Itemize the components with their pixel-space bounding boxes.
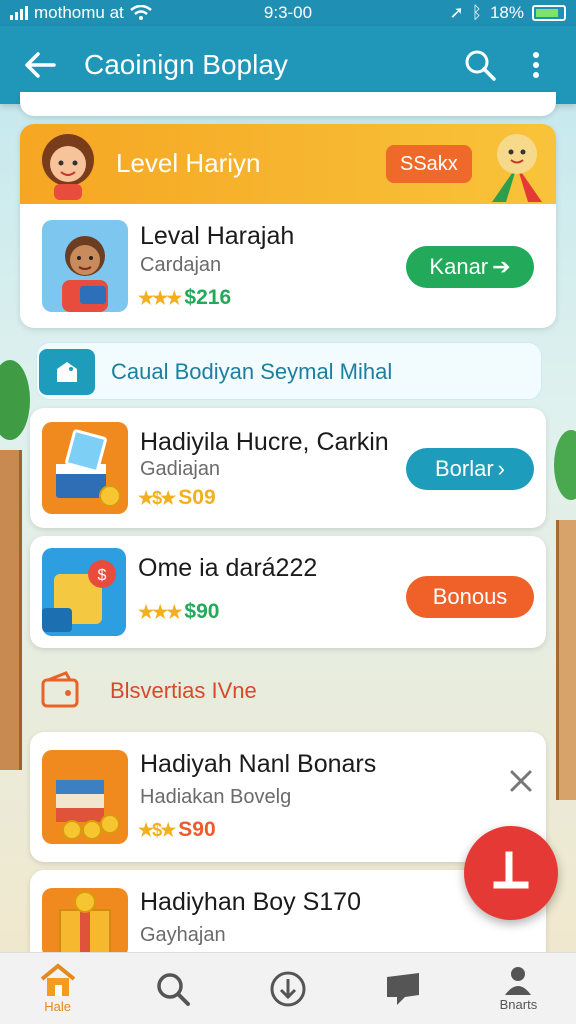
carrier-label: mothomu at xyxy=(34,3,124,22)
avatar-girl xyxy=(36,130,100,200)
item-price-value: S09 xyxy=(178,486,216,509)
item-price-value: S90 xyxy=(178,818,216,841)
rating-stars-icon: ★★★ xyxy=(138,287,182,308)
tab-messages[interactable] xyxy=(346,953,461,1024)
featured-badge[interactable]: SSakx xyxy=(386,145,472,183)
item-thumbnail xyxy=(42,750,128,844)
search-button[interactable] xyxy=(458,43,502,87)
item-thumbnail: $ xyxy=(42,548,126,636)
featured-card: Level Hariyn SSakx Leval Harajah Cardaja… xyxy=(20,124,556,328)
section-header-2[interactable]: Blsvertias IVne xyxy=(36,664,542,720)
tab-home-label: Hale xyxy=(44,999,71,1014)
status-bar: mothomu at 9:3-00 ➚ ᛒ 18% xyxy=(0,0,576,26)
profile-icon xyxy=(505,967,532,995)
item-thumbnail xyxy=(42,888,128,958)
search-icon xyxy=(157,972,190,1006)
item-subtitle: Gayhajan xyxy=(140,924,226,946)
item-action-button[interactable]: Borlar › xyxy=(406,448,534,490)
tree-right-decoration xyxy=(554,430,576,500)
featured-action-button[interactable]: Kanar ➔ xyxy=(406,246,534,288)
wifi-icon xyxy=(129,5,152,20)
list-item[interactable]: $ Ome ia dará222 ★★★ $90 Bonous xyxy=(30,536,546,648)
chevron-right-icon: › xyxy=(497,456,505,481)
item-title: Hadiyah Nanl Bonars xyxy=(140,750,377,778)
arrow-right-icon: ➔ xyxy=(492,254,511,279)
wallet-icon xyxy=(41,671,79,708)
rating-stars-icon: ★$★ xyxy=(138,487,176,508)
search-icon xyxy=(465,50,496,81)
tree-left-decoration xyxy=(0,360,30,440)
item-subtitle: Gadiajan xyxy=(140,458,221,480)
featured-header: Level Hariyn SSakx xyxy=(20,124,556,204)
item-price-value: $90 xyxy=(184,600,220,623)
featured-item-title: Leval Harajah xyxy=(140,222,295,250)
back-arrow-icon xyxy=(25,52,56,78)
section1-title: Caual Bodiyan Seymal Mihal xyxy=(111,359,393,384)
item-action-label: Bonous xyxy=(432,584,508,609)
location-icon: ➚ xyxy=(449,3,464,22)
tab-downloads[interactable] xyxy=(230,953,345,1024)
item-thumbnail xyxy=(42,422,128,514)
item-price: ★$★ S09 xyxy=(138,486,216,510)
house-left-decoration xyxy=(0,450,22,770)
rating-stars-icon: ★★★ xyxy=(138,601,182,622)
battery-icon xyxy=(531,5,566,21)
dismiss-button[interactable] xyxy=(506,766,536,796)
close-icon xyxy=(510,770,532,792)
item-subtitle: Hadiakan Bovelg xyxy=(140,786,292,808)
featured-item-thumbnail xyxy=(42,220,128,312)
item-price: ★$★ S90 xyxy=(138,818,216,842)
list-item[interactable]: Hadiyila Hucre, Carkin Gadiajan ★$★ S09 … xyxy=(30,408,546,528)
featured-item-subtitle: Cardajan xyxy=(140,254,222,276)
section2-title: Blsvertias IVne xyxy=(110,678,257,703)
tab-home[interactable]: Hale xyxy=(0,953,115,1024)
partial-card-top xyxy=(20,92,556,116)
featured-item-price: ★★★ $216 xyxy=(138,286,231,310)
battery-percent: 18% xyxy=(489,3,524,22)
item-title: Hadiyhan Boy S170 xyxy=(140,888,361,916)
item-action-label: Borlar xyxy=(434,456,494,481)
home-icon xyxy=(40,963,75,996)
tab-profile-label: Bnarts xyxy=(499,997,538,1012)
signal-icon xyxy=(10,6,28,20)
list-item[interactable]: Hadiyah Nanl Bonars Hadiakan Bovelg ★$★ … xyxy=(30,732,546,862)
clock: 9:3-00 xyxy=(263,3,313,22)
bluetooth-icon: ᛒ xyxy=(471,3,482,22)
svg-text:$: $ xyxy=(98,567,107,584)
download-icon xyxy=(270,971,306,1006)
page-title: Caoinign Boplay xyxy=(84,49,288,80)
more-vert-icon xyxy=(533,52,539,78)
floating-action-button[interactable] xyxy=(464,826,558,920)
item-bonus-button[interactable]: Bonous xyxy=(406,576,534,618)
download-arrow-icon xyxy=(493,851,529,889)
item-title: Ome ia dará222 xyxy=(138,554,318,582)
house-right-decoration xyxy=(556,520,576,800)
tag-icon xyxy=(57,362,77,382)
rating-stars-icon: ★$★ xyxy=(138,819,176,840)
chat-icon xyxy=(387,972,420,1005)
mascot-icon xyxy=(482,126,552,202)
item-title: Hadiyila Hucre, Carkin xyxy=(140,428,389,456)
tab-profile[interactable]: Bnarts xyxy=(461,953,576,1024)
section1-icon xyxy=(39,349,95,395)
featured-price-value: $216 xyxy=(184,286,232,309)
section-header-1[interactable]: Caual Bodiyan Seymal Mihal xyxy=(36,342,542,400)
featured-action-label: Kanar xyxy=(429,254,489,279)
back-button[interactable] xyxy=(18,43,62,87)
featured-header-title: Level Hariyn xyxy=(116,148,261,178)
tab-search[interactable] xyxy=(115,953,230,1024)
bottom-tab-bar: Hale Bnarts xyxy=(0,952,576,1024)
item-price: ★★★ $90 xyxy=(138,600,219,624)
more-options-button[interactable] xyxy=(514,43,558,87)
